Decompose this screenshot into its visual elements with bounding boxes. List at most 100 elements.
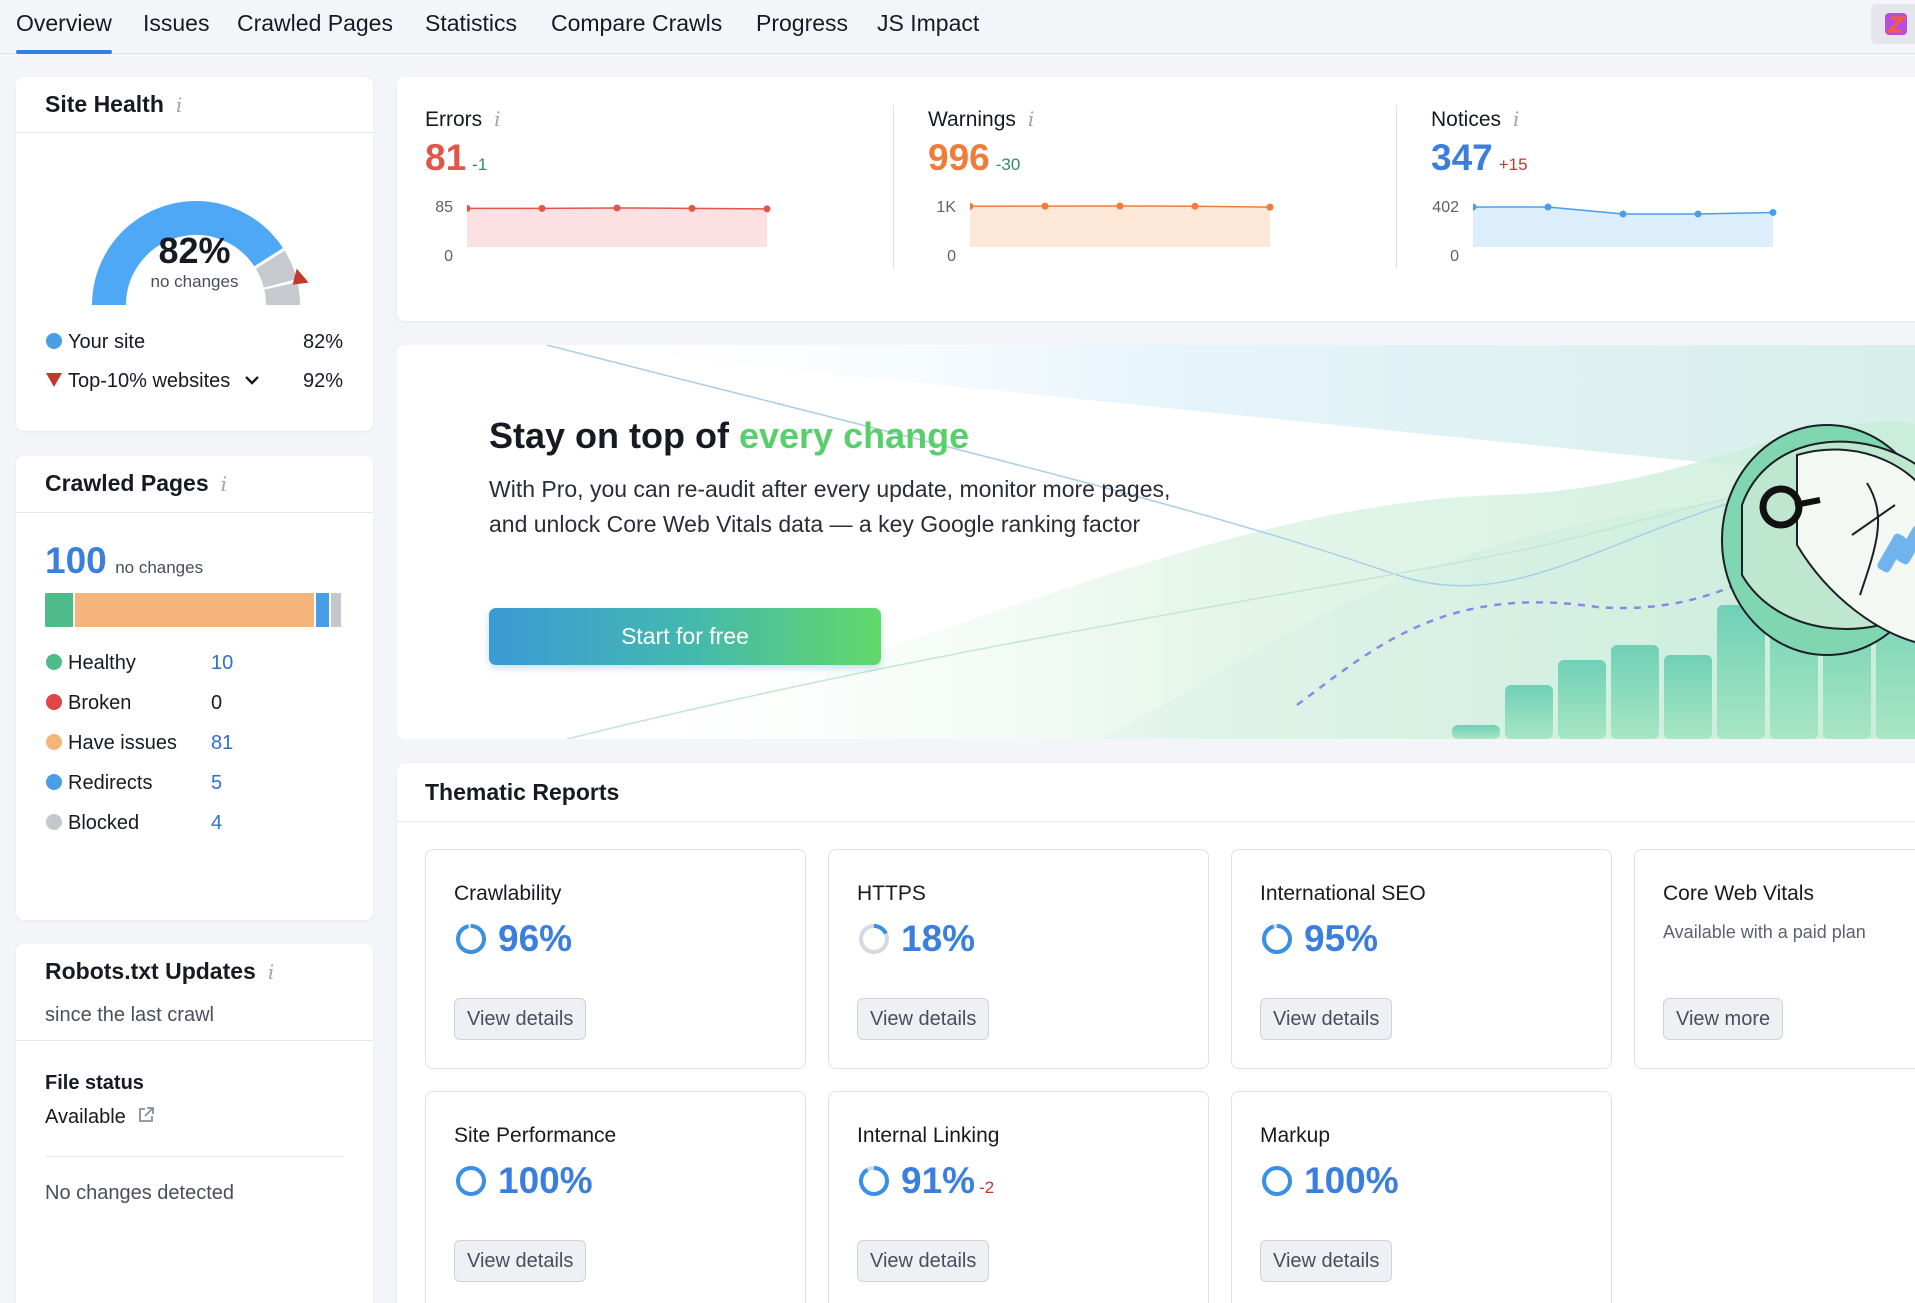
info-icon[interactable]: i <box>176 93 182 117</box>
site-health-title: Site Health i <box>45 91 182 118</box>
status-label: Have issues <box>68 732 177 754</box>
report-score[interactable]: 100% <box>454 1160 593 1202</box>
report-pct[interactable]: 100% <box>498 1160 593 1201</box>
notices-count[interactable]: 347 <box>1431 137 1493 178</box>
view-details-button[interactable]: View details <box>857 998 990 1040</box>
status-redirects[interactable]: Redirects 5 <box>46 772 246 802</box>
progress-ring-icon <box>859 924 889 954</box>
report-score[interactable]: 91% -2 <box>857 1160 994 1202</box>
report-score[interactable]: 18% <box>857 918 975 960</box>
file-status-link[interactable]: Available <box>45 1106 155 1129</box>
status-blocked[interactable]: Blocked 4 <box>46 812 246 842</box>
report-name: Internal Linking <box>857 1124 1000 1147</box>
report-pct[interactable]: 18% <box>901 918 975 959</box>
ring-progress <box>456 924 486 954</box>
crawled-total-value[interactable]: 100 <box>45 540 107 581</box>
report-internal-linking[interactable]: Internal Linking 91% -2 View details <box>828 1091 1209 1303</box>
report-pct[interactable]: 96% <box>498 918 572 959</box>
view-details-button[interactable]: View details <box>857 1240 990 1282</box>
file-status-value[interactable]: Available <box>45 1106 126 1128</box>
info-icon[interactable]: i <box>1513 107 1519 131</box>
status-count[interactable]: 10 <box>211 652 233 675</box>
report-core-web-vitals[interactable]: Core Web Vitals Available with a paid pl… <box>1634 849 1915 1069</box>
notices-value[interactable]: 347 +15 <box>1431 137 1528 179</box>
report-pct[interactable]: 95% <box>1304 918 1378 959</box>
tab-js-impact[interactable]: JS Impact <box>877 0 979 54</box>
report-name: Core Web Vitals <box>1663 882 1814 905</box>
report-pct[interactable]: 100% <box>1304 1160 1399 1201</box>
tab-compare-crawls[interactable]: Compare Crawls <box>551 0 722 54</box>
tab-overview[interactable]: Overview <box>16 0 112 54</box>
info-icon[interactable]: i <box>268 960 274 984</box>
report-https[interactable]: HTTPS 18% View details <box>828 849 1209 1069</box>
crawled-pages-bar <box>45 593 343 627</box>
errors-value[interactable]: 81 -1 <box>425 137 487 179</box>
progress-ring-icon <box>859 1166 889 1196</box>
top-tabs: Overview Issues Crawled Pages Statistics… <box>0 0 1915 54</box>
report-name: Site Performance <box>454 1124 617 1147</box>
robots-card: Robots.txt Updates i since the last crawl… <box>16 944 373 1303</box>
thematic-reports-card: Thematic Reports Crawlability 96% View d… <box>397 763 1915 1303</box>
bar-segment-blocked[interactable] <box>331 593 343 627</box>
report-name: Markup <box>1260 1124 1331 1147</box>
warnings-value[interactable]: 996 -30 <box>928 137 1020 179</box>
view-details-button[interactable]: View details <box>454 1240 587 1282</box>
ring-progress <box>1262 924 1292 954</box>
issues-card: Errors i 81 -1 85 0 Warnings i 996 -30 1K 0 … <box>397 77 1915 321</box>
status-label: Broken <box>68 692 132 714</box>
sparkline-point <box>1116 202 1124 210</box>
status-broken[interactable]: Broken 0 <box>46 692 246 722</box>
report-score[interactable]: 96% <box>454 918 572 960</box>
view-more-button[interactable]: View more <box>1663 998 1784 1040</box>
status-count[interactable]: 5 <box>211 772 222 795</box>
site-health-card: Site Health i 82% no changes Your site 82… <box>16 77 373 431</box>
healthy-dot <box>46 654 62 670</box>
sparkline-point <box>1266 203 1274 211</box>
legend-value: 92% <box>302 370 343 392</box>
chevron-down-icon[interactable] <box>244 374 260 386</box>
external-link-icon[interactable] <box>137 1106 155 1124</box>
ring-progress <box>859 1166 889 1196</box>
bar-segment-healthy[interactable] <box>45 593 75 627</box>
view-details-button[interactable]: View details <box>1260 1240 1393 1282</box>
info-icon[interactable]: i <box>221 472 227 496</box>
promo-title: Stay on top of every change <box>489 415 969 457</box>
warnings-count[interactable]: 996 <box>928 137 990 178</box>
site-health-status: no changes <box>150 272 239 291</box>
notices-ymax: 402 <box>1432 199 1459 216</box>
tab-crawled-pages[interactable]: Crawled Pages <box>237 0 393 54</box>
divider <box>45 1156 344 1157</box>
tab-statistics[interactable]: Statistics <box>425 0 517 54</box>
report-crawlability[interactable]: Crawlability 96% View details <box>425 849 806 1069</box>
status-label: Blocked <box>68 812 140 834</box>
bar-segment-redirects[interactable] <box>316 593 332 627</box>
sparkline-point <box>763 205 771 213</box>
have-issues-dot <box>46 734 62 750</box>
errors-count[interactable]: 81 <box>425 137 466 178</box>
sparkline-point <box>538 204 546 212</box>
bar-segment-have-issues[interactable] <box>74 593 317 627</box>
legend-top10[interactable]: Top-10% websites 92% <box>46 370 343 400</box>
file-status-label: File status <box>45 1072 144 1094</box>
info-icon[interactable]: i <box>1028 107 1034 131</box>
info-icon[interactable]: i <box>494 107 500 131</box>
report-markup[interactable]: Markup 100% View details <box>1231 1091 1612 1303</box>
report-score[interactable]: 100% <box>1260 1160 1399 1202</box>
status-healthy[interactable]: Healthy 10 <box>46 652 246 682</box>
promo-description: With Pro, you can re-audit after every u… <box>489 476 1171 537</box>
view-details-button[interactable]: View details <box>1260 998 1393 1040</box>
report-pct[interactable]: 91% <box>901 1160 975 1201</box>
report-site-performance[interactable]: Site Performance 100% View details <box>425 1091 806 1303</box>
status-count[interactable]: 81 <box>211 732 233 755</box>
warnings-delta: -30 <box>995 155 1021 174</box>
crawled-status: no changes <box>115 558 204 577</box>
status-count[interactable]: 4 <box>211 812 222 835</box>
report-score[interactable]: 95% <box>1260 918 1378 960</box>
start-for-free-button[interactable]: Start for free <box>489 608 881 665</box>
app-logo[interactable] <box>1871 4 1915 44</box>
status-have-issues[interactable]: Have issues 81 <box>46 732 246 762</box>
report-international-seo[interactable]: International SEO 95% View details <box>1231 849 1612 1069</box>
view-details-button[interactable]: View details <box>454 998 587 1040</box>
tab-issues[interactable]: Issues <box>143 0 209 54</box>
tab-progress[interactable]: Progress <box>756 0 848 54</box>
